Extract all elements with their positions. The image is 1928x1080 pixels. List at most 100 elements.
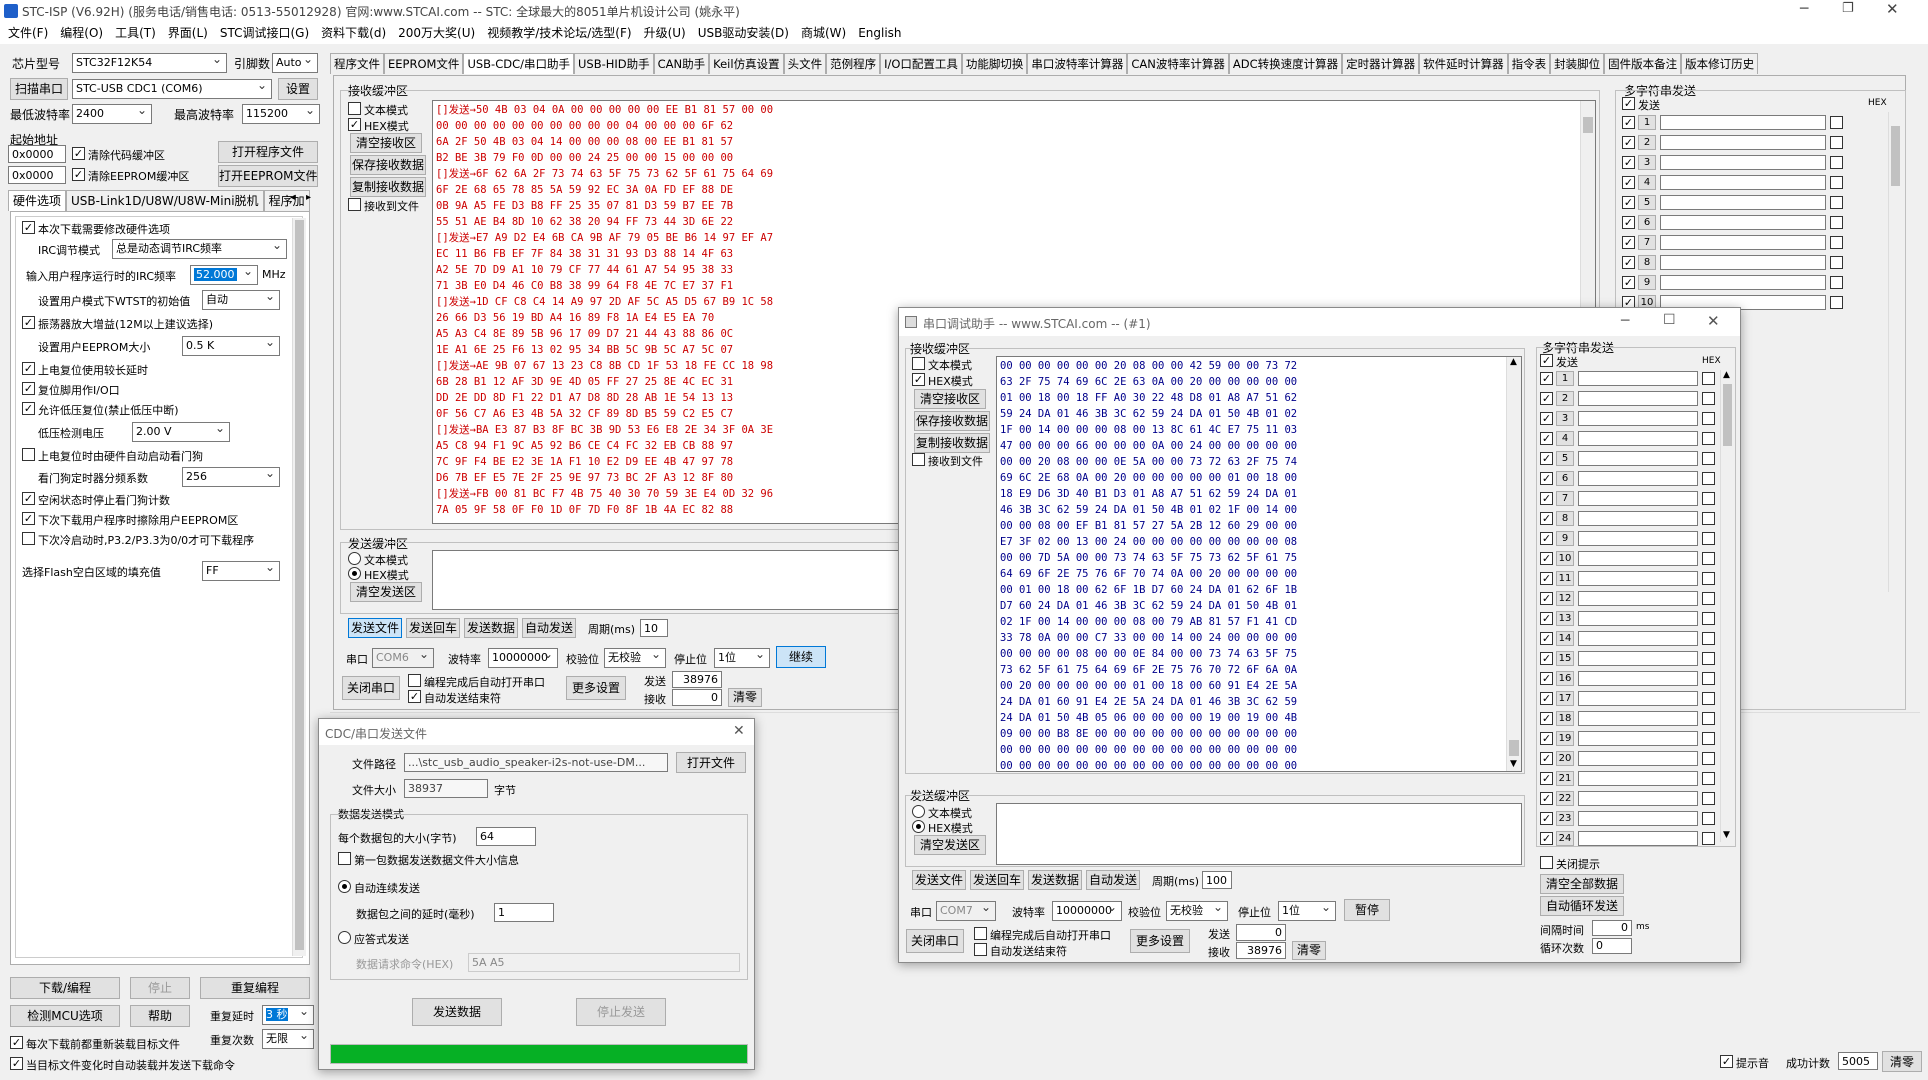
cdc-pkt-input[interactable]: 64	[476, 827, 536, 846]
multi-row-index[interactable]: 4	[1638, 175, 1656, 190]
multi-row-index[interactable]: 9	[1638, 275, 1656, 290]
serial-text-mode-checkbox[interactable]	[912, 357, 925, 370]
multi-row-input[interactable]	[1578, 571, 1698, 586]
multi-row-index[interactable]: 1	[1638, 115, 1656, 130]
multi-row-checkbox[interactable]	[1540, 492, 1553, 505]
serial-hex-mode-checkbox[interactable]	[912, 373, 925, 386]
more-settings-button[interactable]: 更多设置	[566, 676, 626, 700]
maximize-icon[interactable]: ❐	[1842, 1, 1854, 16]
min-baud-select[interactable]: 2400	[72, 104, 152, 124]
multi-row-input[interactable]	[1660, 135, 1826, 150]
multi-row-checkbox[interactable]	[1622, 236, 1635, 249]
serial-port-combo[interactable]: COM7	[936, 901, 996, 921]
menu-item-6[interactable]: 200万大奖(U)	[398, 22, 475, 44]
multi-row-index[interactable]: 10	[1556, 551, 1574, 566]
hw-opt-6-checkbox[interactable]	[22, 448, 35, 461]
scroll-up-icon[interactable]: ▲	[1510, 357, 1517, 367]
serial-stopbit-combo[interactable]: 1位	[1278, 901, 1336, 921]
menu-item-10[interactable]: 商城(W)	[801, 22, 846, 44]
multi-row-checkbox[interactable]	[1622, 156, 1635, 169]
multi-row-index[interactable]: 11	[1556, 571, 1574, 586]
multi-row-checkbox[interactable]	[1622, 116, 1635, 129]
top-tab-18[interactable]: 版本修订历史	[1681, 53, 1759, 74]
continue-button[interactable]: 继续	[776, 646, 826, 668]
multi-row-index[interactable]: 4	[1556, 431, 1574, 446]
serial-pause-button[interactable]: 暂停	[1344, 899, 1390, 921]
download-program-button[interactable]: 下载/编程	[10, 977, 120, 999]
serial-clear-recv-button[interactable]: 清空接收区	[914, 389, 986, 409]
serial-recv-to-file-checkbox[interactable]	[912, 453, 925, 466]
multi-row-input[interactable]	[1578, 771, 1698, 786]
multi-row-input[interactable]	[1660, 175, 1826, 190]
multi-row-hex-checkbox[interactable]	[1830, 256, 1843, 269]
multi-row-index[interactable]: 7	[1556, 491, 1574, 506]
multi-row-checkbox[interactable]	[1622, 216, 1635, 229]
multi-row-checkbox[interactable]	[1540, 452, 1553, 465]
wtst-select[interactable]: 自动	[202, 290, 280, 310]
serial-save-recv-button[interactable]: 保存接收数据	[914, 411, 990, 431]
cdc-path-input[interactable]: ...\stc_usb_audio_speaker-i2s-not-use-DM…	[404, 753, 668, 772]
multi-row-hex-checkbox[interactable]	[1702, 492, 1715, 505]
irc-mode-select[interactable]: 总是动态调节IRC频率	[112, 239, 287, 259]
multi-row-index[interactable]: 19	[1556, 731, 1574, 746]
tab-scroll-right-icon[interactable]: ▸	[306, 192, 311, 203]
multi-row-checkbox[interactable]	[1540, 672, 1553, 685]
multi-row-index[interactable]: 8	[1556, 511, 1574, 526]
serial-recv-text-area[interactable]: 00 00 00 00 00 00 20 08 00 00 42 59 00 0…	[996, 356, 1522, 772]
multi-row-input[interactable]	[1578, 371, 1698, 386]
serial-send-file-button[interactable]: 发送文件	[912, 870, 966, 890]
hw-opt-4-checkbox[interactable]	[22, 382, 35, 395]
open-program-button[interactable]: 打开程序文件	[218, 141, 318, 163]
menu-item-7[interactable]: 视频教学/技术论坛/选型(F)	[487, 22, 631, 44]
irc-freq-select[interactable]: 52.000	[190, 265, 258, 285]
multi-row-hex-checkbox[interactable]	[1702, 832, 1715, 845]
menu-item-8[interactable]: 升级(U)	[644, 22, 686, 44]
multi-row-checkbox[interactable]	[1540, 512, 1553, 525]
repeat-count-select[interactable]: 无限	[262, 1029, 314, 1049]
serial-more-settings-button[interactable]: 更多设置	[1130, 929, 1190, 953]
recv-text-mode-checkbox[interactable]	[348, 102, 361, 115]
serial-close-icon[interactable]: ✕	[1707, 312, 1720, 330]
cdc-req-input[interactable]: 5A A5	[468, 953, 740, 972]
serial-send-data-button[interactable]: 发送数据	[1028, 870, 1082, 890]
success-clear-button[interactable]: 清零	[1882, 1051, 1922, 1072]
top-tab-17[interactable]: 固件版本备注	[1604, 53, 1682, 74]
multi-row-hex-checkbox[interactable]	[1702, 792, 1715, 805]
clear-code-checkbox[interactable]	[72, 147, 85, 160]
recv-to-file-checkbox[interactable]	[348, 198, 361, 211]
multi-row-checkbox[interactable]	[1540, 392, 1553, 405]
multi-row-index[interactable]: 13	[1556, 611, 1574, 626]
hw-options-scrollbar[interactable]	[292, 218, 306, 956]
multi-row-checkbox[interactable]	[1540, 692, 1553, 705]
multi-row-input[interactable]	[1578, 551, 1698, 566]
menu-item-3[interactable]: 界面(L)	[168, 22, 208, 44]
top-tab-13[interactable]: 定时器计算器	[1342, 53, 1420, 74]
multi-row-input[interactable]	[1578, 411, 1698, 426]
multi-row-checkbox[interactable]	[1540, 592, 1553, 605]
auto-load-checkbox[interactable]	[10, 1057, 23, 1070]
repeat-delay-select[interactable]: 3 秒	[262, 1005, 314, 1025]
multi-row-hex-checkbox[interactable]	[1702, 392, 1715, 405]
multi-row-checkbox[interactable]	[1622, 136, 1635, 149]
multi-row-hex-checkbox[interactable]	[1702, 472, 1715, 485]
multi-row-input[interactable]	[1578, 391, 1698, 406]
cdc-reply-send-radio[interactable]	[338, 931, 351, 944]
scroll-down-icon[interactable]: ▼	[1510, 759, 1517, 769]
multi-row-index[interactable]: 24	[1556, 831, 1574, 846]
hw-opt-7-checkbox[interactable]	[22, 492, 35, 505]
clear-send-button[interactable]: 清空发送区	[350, 582, 422, 602]
serial-multi-all-checkbox[interactable]	[1540, 354, 1553, 367]
multi-row-index[interactable]: 6	[1638, 215, 1656, 230]
multi-row-checkbox[interactable]	[1540, 532, 1553, 545]
hw-opt-8-checkbox[interactable]	[22, 512, 35, 525]
reprogram-button[interactable]: 重复编程	[200, 977, 310, 999]
multi-row-index[interactable]: 5	[1556, 451, 1574, 466]
multi-row-input[interactable]	[1578, 671, 1698, 686]
menu-item-11[interactable]: English	[858, 22, 901, 44]
baud-combo[interactable]: 10000000	[488, 648, 558, 668]
multi-row-hex-checkbox[interactable]	[1830, 196, 1843, 209]
port-combo[interactable]: COM6	[372, 648, 434, 668]
serial-parity-combo[interactable]: 无校验	[1166, 901, 1228, 921]
multi-row-hex-checkbox[interactable]	[1702, 772, 1715, 785]
multi-row-input[interactable]	[1578, 831, 1698, 846]
